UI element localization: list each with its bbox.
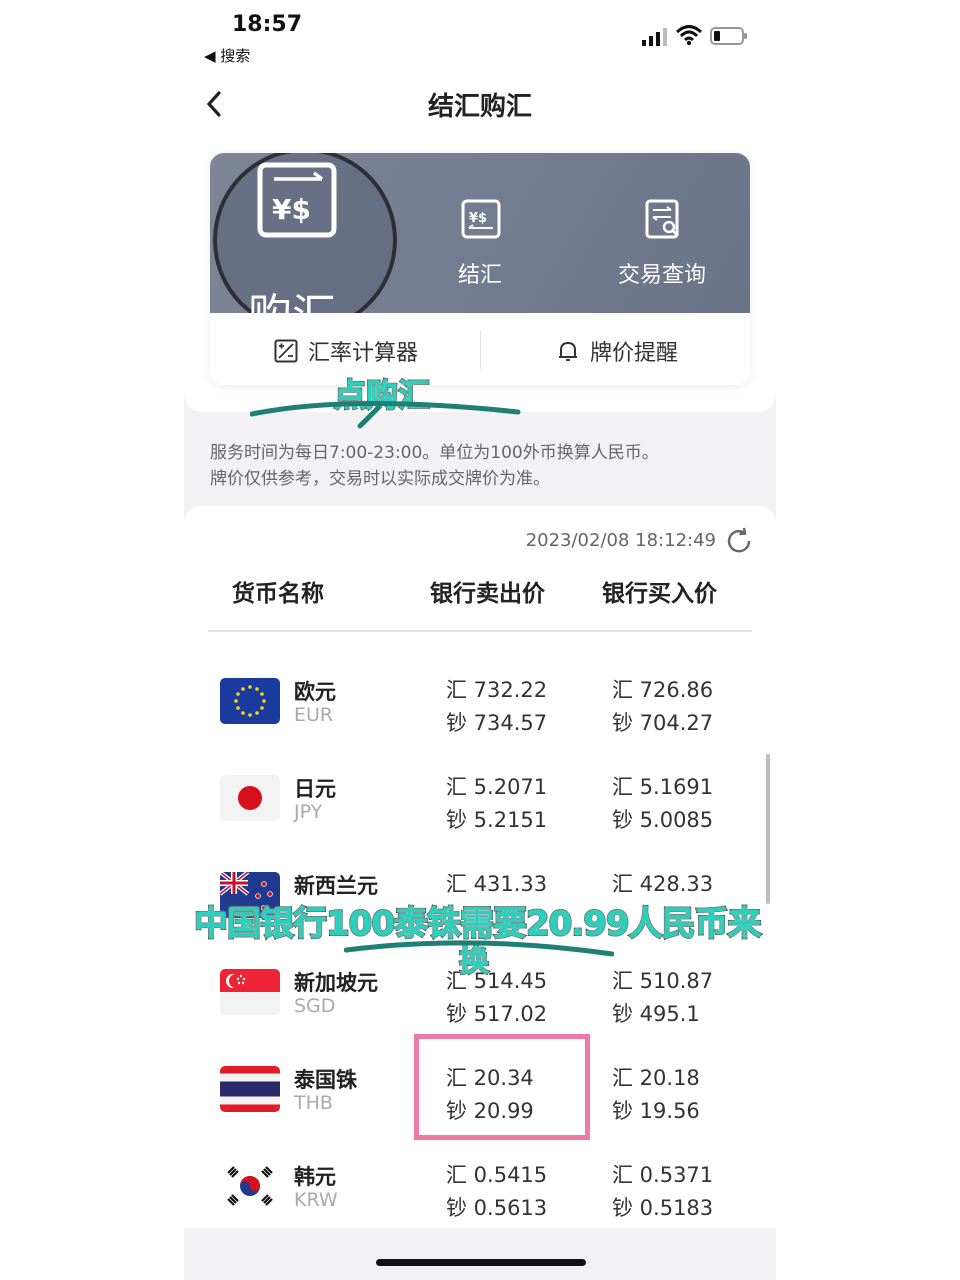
back-to-app-link[interactable]: ◀ 搜索 [204, 45, 250, 66]
header-divider [208, 630, 752, 632]
sell-cash-rate: 钞 5.2151 [446, 808, 548, 832]
svg-text:¥$: ¥$ [469, 211, 487, 226]
rate-calculator-label: 汇率计算器 [308, 341, 419, 366]
sell-cash-rate: 钞 734.57 [446, 711, 548, 735]
buy-transfer-rate: 汇 428.33 [612, 872, 714, 896]
currency-code: KRW [294, 1189, 338, 1211]
rates-scrollbar[interactable] [766, 754, 770, 904]
header-currency-name: 货币名称 [232, 581, 324, 607]
thb-sell-highlight-box [414, 1034, 590, 1140]
thailand-flag [220, 1066, 280, 1112]
nav-bar: 结汇购汇 [184, 70, 776, 140]
currency-code: EUR [294, 704, 334, 726]
currency-name: 欧元 [294, 680, 336, 704]
sell-transfer-rate: 汇 5.2071 [446, 775, 548, 799]
calculator-icon [274, 339, 298, 363]
currency-code: JPY [294, 801, 323, 823]
notice-line-1: 服务时间为每日7:00-23:00。单位为100外币换算人民币。 [210, 443, 659, 463]
sell-transfer-rate: 汇 431.33 [446, 872, 548, 896]
sell-cash-rate: 钞 517.02 [446, 1002, 548, 1026]
action-card-header: ¥$ 购汇 ¥$ 结汇 交易查询 [210, 153, 750, 341]
currency-row-eur[interactable]: 欧元 EUR 汇 732.22 钞 734.57 汇 726.86 钞 704.… [184, 670, 776, 750]
buy-transfer-rate: 汇 726.86 [612, 678, 714, 702]
annotation-swoosh [344, 940, 614, 957]
sell-transfer-rate: 汇 0.5415 [446, 1163, 548, 1187]
buy-cash-rate: 钞 704.27 [612, 711, 714, 735]
currency-code: SGD [294, 995, 336, 1017]
rate-calculator-button[interactable]: 汇率计算器 [274, 335, 418, 367]
bell-icon [559, 342, 577, 361]
transaction-query-label[interactable]: 交易查询 [602, 257, 722, 289]
buy-transfer-rate: 汇 20.18 [612, 1066, 700, 1090]
currency-row-jpy[interactable]: 日元 JPY 汇 5.2071 钞 5.2151 汇 5.1691 钞 5.00… [184, 767, 776, 847]
south-korea-flag [220, 1163, 280, 1209]
buy-cash-rate: 钞 5.0085 [612, 808, 714, 832]
currency-name: 日元 [294, 777, 336, 801]
action-card: ¥$ 购汇 ¥$ 结汇 交易查询 [210, 153, 750, 385]
buy-cash-rate: 钞 0.5183 [612, 1196, 714, 1220]
rates-timestamp: 2023/02/08 18:12:49 [525, 530, 716, 551]
buy-cash-rate: 钞 495.1 [612, 1002, 700, 1026]
buy-transfer-rate: 汇 510.87 [612, 969, 714, 993]
price-alert-label: 牌价提醒 [590, 341, 679, 366]
card-tools: 汇率计算器 牌价提醒 [210, 313, 750, 385]
buy-cash-rate: 钞 19.56 [612, 1099, 700, 1123]
status-time: 18:57 [232, 12, 303, 37]
signal-icon [642, 28, 667, 46]
header-bank-buy: 银行买入价 [602, 581, 717, 607]
tools-divider [480, 331, 481, 369]
buy-currency-icon[interactable]: ¥$ [256, 161, 340, 239]
service-notice: 服务时间为每日7:00-23:00。单位为100外币换算人民币。 牌价仅供参考，… [210, 440, 750, 492]
singapore-flag [220, 969, 280, 1015]
annotation-underline [250, 400, 521, 429]
sell-transfer-rate: 汇 732.22 [446, 678, 548, 702]
currency-name: 新加坡元 [294, 971, 378, 995]
price-alert-button[interactable]: 牌价提醒 [556, 335, 678, 367]
home-indicator[interactable] [376, 1259, 586, 1266]
sell-cash-rate: 钞 0.5613 [446, 1196, 548, 1220]
status-bar: 18:57 ◀ 搜索 [184, 0, 776, 70]
currency-name: 泰国铢 [294, 1068, 357, 1092]
transaction-search-icon[interactable] [642, 198, 684, 240]
svg-text:¥$: ¥$ [272, 193, 311, 226]
buy-transfer-rate: 汇 5.1691 [612, 775, 714, 799]
currency-row-krw[interactable]: 韩元 KRW 汇 0.5415 钞 0.5613 汇 0.5371 钞 0.51… [184, 1155, 776, 1235]
phone-screen: 18:57 ◀ 搜索 结汇购汇 ¥$ ¥$ 结汇 交易查询 汇率计算器 牌价提醒… [184, 0, 776, 1280]
settle-currency-icon[interactable]: ¥$ [460, 198, 502, 240]
buy-transfer-rate: 汇 0.5371 [612, 1163, 714, 1187]
page-title: 结汇购汇 [427, 92, 532, 122]
currency-code: THB [294, 1092, 333, 1114]
settle-action-label[interactable]: 结汇 [442, 257, 518, 289]
refresh-icon[interactable] [724, 526, 754, 556]
battery-icon [710, 27, 747, 45]
header-bank-sell: 银行卖出价 [430, 581, 545, 607]
japan-flag [220, 775, 280, 821]
eu-flag [220, 678, 280, 724]
notice-line-2: 牌价仅供参考，交易时以实际成交牌价为准。 [210, 469, 550, 489]
wifi-icon [676, 25, 702, 46]
currency-name: 韩元 [294, 1165, 336, 1189]
